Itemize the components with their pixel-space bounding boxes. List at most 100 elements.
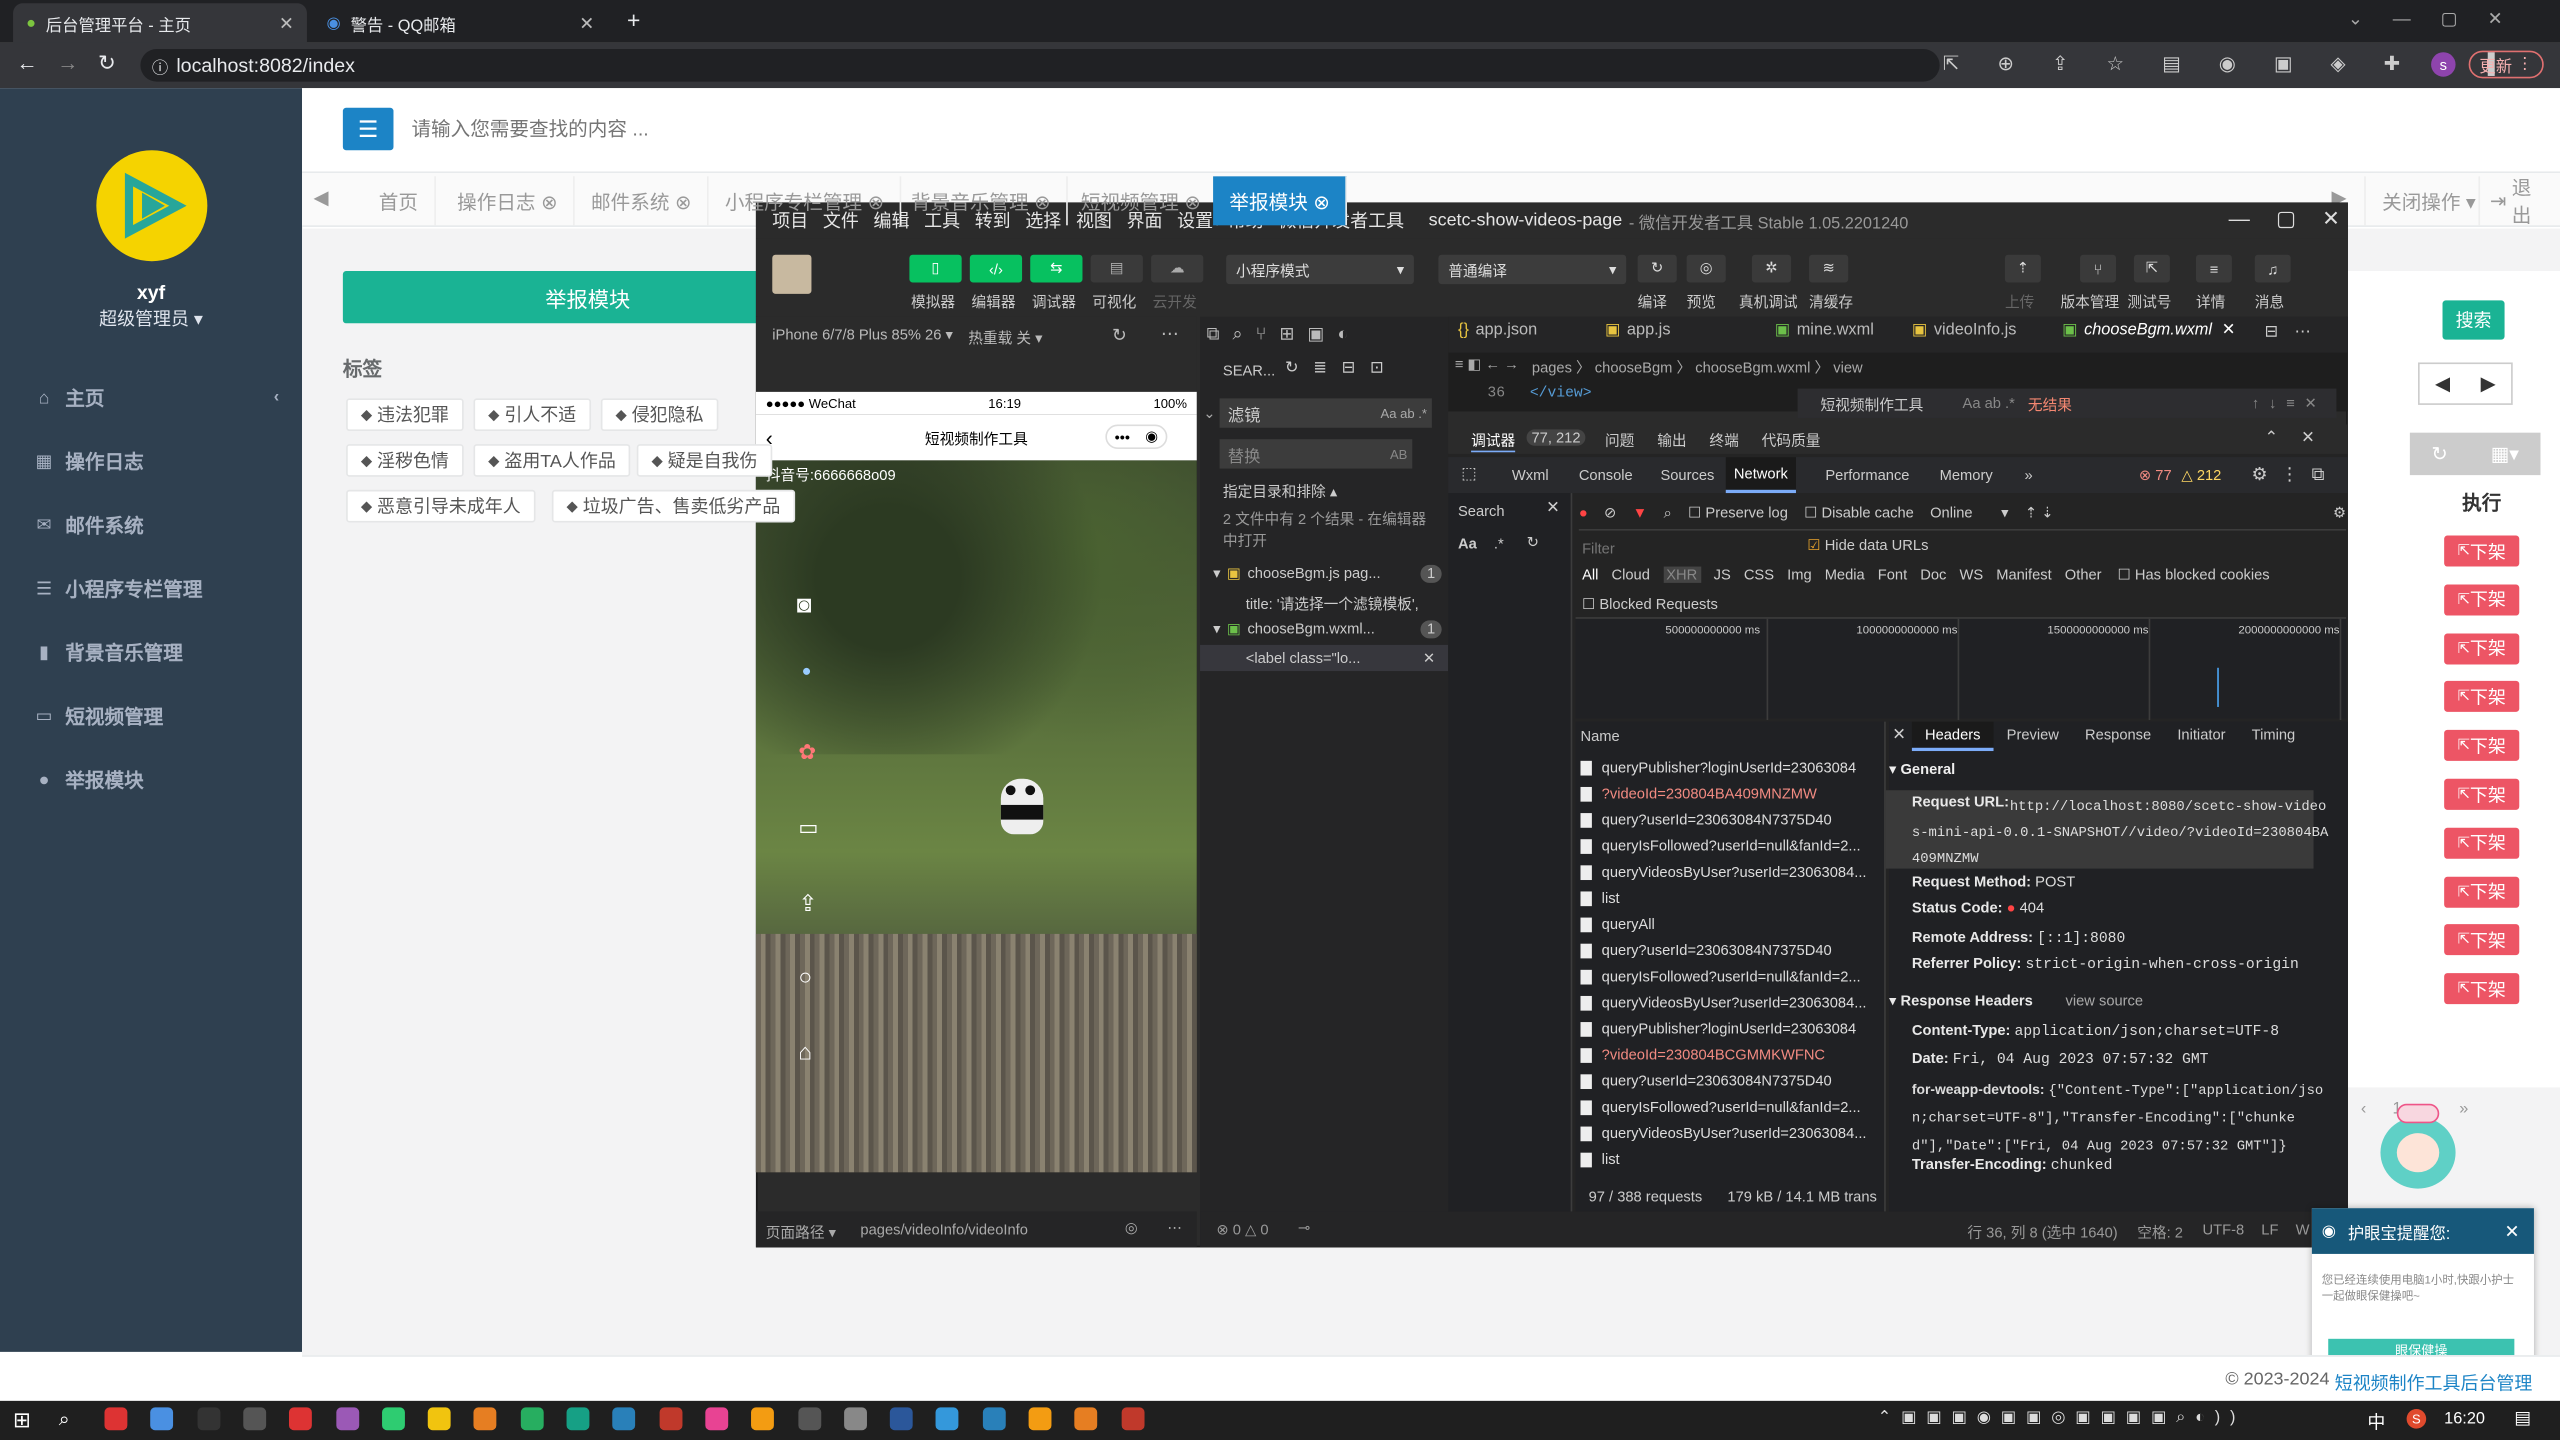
- tool-btn[interactable]: ✲: [1751, 254, 1792, 283]
- dots-icon[interactable]: •••: [1115, 429, 1130, 445]
- request-row[interactable]: queryIsFollowed?userId=null&fanId=2...: [1580, 1094, 1880, 1120]
- sidebar-item-6[interactable]: ● 举报模块: [0, 748, 302, 812]
- system-tray[interactable]: ⌃▣▣▣◉▣▣◎▣▣▣▣⌕◐)): [1878, 1409, 2246, 1427]
- panel-tab[interactable]: Sources: [1652, 457, 1722, 493]
- import-export-icons[interactable]: ⇡ ⇣: [2025, 504, 2054, 522]
- type-filter[interactable]: JS: [1714, 567, 1731, 583]
- taskbar-app-icon[interactable]: [196, 1407, 220, 1431]
- network-settings-icon[interactable]: ⚙: [2333, 504, 2346, 522]
- debug-tab[interactable]: 问题: [1605, 429, 1634, 450]
- taskbar-app-icon[interactable]: [1028, 1407, 1052, 1431]
- taskbar-app-icon[interactable]: [1074, 1407, 1098, 1431]
- inspect-icon[interactable]: ⬚: [1461, 465, 1476, 483]
- tool-btn[interactable]: ◎: [1686, 254, 1726, 283]
- url-input[interactable]: ⓘ localhost:8082/index: [140, 48, 1940, 82]
- share-icon[interactable]: ⇪: [798, 890, 817, 918]
- take-down-button[interactable]: ⇱ 下架: [2444, 973, 2520, 1005]
- panel-tab[interactable]: Performance: [1817, 457, 1917, 493]
- page-tab-2[interactable]: 邮件系统 ⊗: [575, 176, 710, 226]
- pager-prev[interactable]: ‹: [2361, 1100, 2366, 1129]
- close-tab-icon[interactable]: ✕: [579, 12, 594, 34]
- response-headers-row[interactable]: ▾ Response Headers view source: [1889, 993, 2314, 1011]
- avatar-icon[interactable]: ●: [802, 663, 812, 681]
- close-tab-icon[interactable]: ✕: [279, 12, 294, 34]
- timeline-overview[interactable]: 500000000000 ms 1000000000000 ms 150000000…: [1575, 617, 2347, 721]
- request-row[interactable]: query?userId=23063084N7375D40: [1580, 937, 1880, 963]
- panel-tab[interactable]: Memory: [1931, 457, 2000, 493]
- panel-tab[interactable]: Wxml: [1504, 457, 1557, 493]
- notification-icon[interactable]: ▤: [2514, 1407, 2531, 1429]
- sidebar-item-5[interactable]: ▭ 短视频管理: [0, 684, 302, 748]
- ime-indicator[interactable]: 中: [2367, 1409, 2385, 1435]
- back-icon[interactable]: ←: [16, 51, 37, 75]
- debug-tab[interactable]: 终端: [1709, 429, 1738, 450]
- request-row[interactable]: ?videoId=230804BCGMMKWFNC: [1580, 1042, 1880, 1068]
- request-row[interactable]: query?userId=23063084N7375D40: [1580, 1068, 1880, 1094]
- request-row[interactable]: query?userId=23063084N7375D40: [1580, 807, 1880, 833]
- taskbar-app-icon[interactable]: [612, 1407, 636, 1431]
- panel-controls[interactable]: ⌃✕: [2265, 429, 2338, 447]
- debug-tab[interactable]: 输出: [1657, 429, 1686, 450]
- tool-btn[interactable]: ≋: [1809, 254, 1849, 283]
- sidebar-item-3[interactable]: ☰ 小程序专栏管理: [0, 557, 302, 621]
- take-down-button[interactable]: ⇱ 下架: [2444, 778, 2520, 810]
- code-line[interactable]: </view>: [1530, 385, 1592, 401]
- hide-data-urls-checkbox[interactable]: ☑ Hide data URLs: [1807, 537, 1928, 555]
- page-tab-5[interactable]: 短视频管理 ⊗: [1065, 176, 1219, 226]
- panel-tab[interactable]: »: [2016, 457, 2041, 493]
- type-filter[interactable]: Other: [2065, 567, 2102, 583]
- report-tag[interactable]: ◆ 恶意引导未成年人: [346, 489, 536, 523]
- encoding[interactable]: UTF-8: [2203, 1221, 2245, 1237]
- result-summary[interactable]: 2 文件中有 2 个结果 - 在编辑器中打开: [1223, 509, 1432, 551]
- taskbar-app-icon[interactable]: [289, 1407, 313, 1431]
- type-filter[interactable]: Manifest: [1996, 567, 2052, 583]
- devtools-window-controls[interactable]: —▢✕: [2229, 206, 2366, 232]
- taskbar-app-icon[interactable]: [381, 1407, 405, 1431]
- editor-tab[interactable]: ▣ app.js: [1605, 322, 1671, 340]
- replace-field[interactable]: 替换 AB: [1219, 439, 1413, 469]
- close-popup-icon[interactable]: ✕: [2505, 1220, 2520, 1242]
- type-filter[interactable]: All: [1582, 567, 1598, 583]
- general-section[interactable]: ▾ General: [1889, 761, 1955, 779]
- search-field[interactable]: 滤镜 Aa ab .*: [1219, 398, 1432, 428]
- dismiss-icon[interactable]: ✕: [1423, 649, 1448, 667]
- replace-option-icon[interactable]: AB: [1390, 447, 1412, 462]
- find-nav-icons[interactable]: ↑↓≡✕: [2252, 394, 2337, 412]
- refresh-icon[interactable]: ↻: [1527, 534, 1539, 552]
- tool-btn[interactable]: ⇱: [2133, 254, 2170, 283]
- debug-tab[interactable]: 77, 212: [1526, 429, 1586, 446]
- more-icon[interactable]: ⋯: [1161, 323, 1179, 345]
- taskbar-app-icon[interactable]: [243, 1407, 266, 1431]
- indent-setting[interactable]: 空格: 2: [2137, 1221, 2183, 1242]
- request-row[interactable]: queryVideosByUser?userId=23063084...: [1580, 989, 1880, 1015]
- result-file-1[interactable]: ▾ ▣ chooseBgm.js pag... 1: [1213, 564, 1442, 583]
- type-filter[interactable]: Img: [1787, 567, 1812, 583]
- regex-icon[interactable]: .*: [1494, 536, 1504, 552]
- window-controls[interactable]: ⌄ — ▢ ✕: [2348, 8, 2503, 30]
- record-icon[interactable]: ●: [1579, 505, 1588, 521]
- editor-tab[interactable]: ▣ mine.wxml: [1775, 322, 1874, 340]
- report-tag[interactable]: ◆ 淫秽色情: [346, 444, 464, 477]
- explorer-icons[interactable]: ⧉⌕⑂⊞▣◐: [1207, 323, 1362, 346]
- update-button[interactable]: 更新 ⋮: [2468, 50, 2544, 79]
- filter-icon[interactable]: ▼: [1633, 505, 1648, 521]
- take-down-button[interactable]: ⇱ 下架: [2444, 584, 2520, 616]
- request-row[interactable]: queryIsFollowed?userId=null&fanId=2...: [1580, 833, 1880, 859]
- include-exclude-toggle[interactable]: 指定目录和排除 ▴: [1223, 480, 1337, 501]
- take-down-button[interactable]: ⇱ 下架: [2444, 827, 2520, 859]
- report-tag[interactable]: ◆ 侵犯隐私: [600, 398, 719, 432]
- taskbar-app-icon[interactable]: [705, 1407, 729, 1431]
- clear-icon[interactable]: ⊘: [1604, 504, 1616, 522]
- search-icon[interactable]: ○: [798, 963, 812, 989]
- search-icon[interactable]: ⌕: [1664, 504, 1672, 522]
- request-row[interactable]: queryPublisher?loginUserId=23063084: [1580, 1016, 1880, 1042]
- start-icon[interactable]: ⊞: [13, 1407, 31, 1433]
- new-tab-icon[interactable]: +: [627, 7, 640, 33]
- take-down-button[interactable]: ⇱ 下架: [2444, 681, 2520, 713]
- take-down-button[interactable]: ⇱ 下架: [2444, 730, 2520, 762]
- taskbar-app-icon[interactable]: [1121, 1407, 1144, 1431]
- comment-icon[interactable]: ▭: [798, 815, 818, 841]
- detail-tab[interactable]: Timing: [2239, 722, 2309, 751]
- request-row[interactable]: queryAll: [1580, 911, 1880, 937]
- report-tag[interactable]: ◆ 疑是自我伤: [636, 444, 773, 477]
